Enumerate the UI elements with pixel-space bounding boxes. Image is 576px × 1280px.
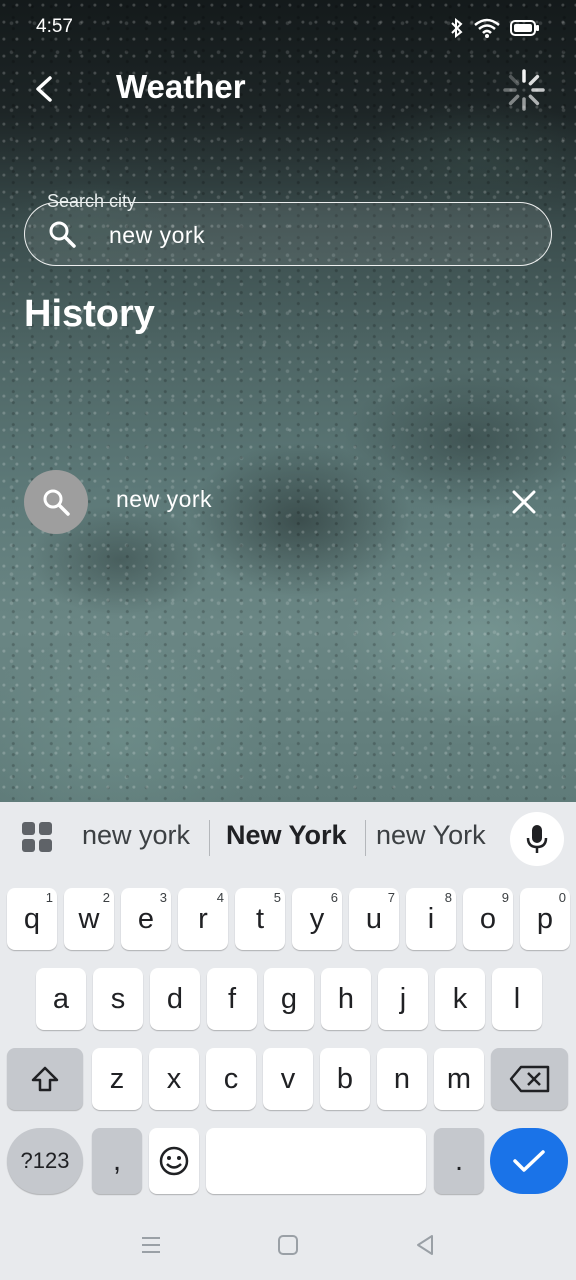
suggestion-bar: new york New York new York <box>0 802 576 874</box>
key-i[interactable]: 8i <box>406 888 456 950</box>
key-f[interactable]: f <box>207 968 257 1030</box>
history-item-avatar <box>24 470 88 534</box>
status-bar: 4:57 <box>0 0 576 58</box>
key-y[interactable]: 6y <box>292 888 342 950</box>
key-w[interactable]: 2w <box>64 888 114 950</box>
period-key[interactable]: . <box>434 1128 484 1194</box>
key-z[interactable]: z <box>92 1048 142 1110</box>
search-icon <box>49 221 76 248</box>
wifi-icon <box>474 18 500 38</box>
shift-icon <box>31 1066 59 1092</box>
key-p[interactable]: 0p <box>520 888 570 950</box>
emoji-key[interactable] <box>149 1128 199 1194</box>
back-arrow-icon <box>36 76 52 102</box>
history-item-label: new york <box>116 486 213 512</box>
key-k[interactable]: k <box>435 968 485 1030</box>
key-l[interactable]: l <box>492 968 542 1030</box>
battery-icon <box>510 20 539 36</box>
emoji-icon <box>159 1146 189 1176</box>
status-icons <box>450 18 540 38</box>
key-u[interactable]: 7u <box>349 888 399 950</box>
suggestion-2[interactable]: New York <box>226 820 347 851</box>
search-field-label: Search city <box>43 191 141 212</box>
navigation-bar <box>0 1212 576 1280</box>
mic-icon <box>526 825 548 853</box>
search-field[interactable]: Search city <box>24 191 552 266</box>
enter-key[interactable] <box>490 1128 568 1194</box>
key-a[interactable]: a <box>36 968 86 1030</box>
home-icon[interactable] <box>275 1232 301 1258</box>
key-x[interactable]: x <box>149 1048 199 1110</box>
apps-grid-icon[interactable] <box>22 822 52 852</box>
close-icon <box>512 490 536 514</box>
comma-key[interactable]: , <box>92 1128 142 1194</box>
key-d[interactable]: d <box>150 968 200 1030</box>
key-s[interactable]: s <box>93 968 143 1030</box>
key-v[interactable]: v <box>263 1048 313 1110</box>
keyboard: new york New York new York 1q 2w 3e 4r 5… <box>0 802 576 1280</box>
key-j[interactable]: j <box>378 968 428 1030</box>
key-b[interactable]: b <box>320 1048 370 1110</box>
app-bar: Weather <box>0 58 576 122</box>
suggestion-3[interactable]: new York <box>376 820 486 851</box>
key-o[interactable]: 9o <box>463 888 513 950</box>
key-q[interactable]: 1q <box>7 888 57 950</box>
key-h[interactable]: h <box>321 968 371 1030</box>
suggestion-1[interactable]: new york <box>82 820 190 851</box>
key-r[interactable]: 4r <box>178 888 228 950</box>
history-item-remove-button[interactable] <box>510 488 538 516</box>
page-title: Weather <box>116 68 246 105</box>
symbols-key[interactable]: ?123 <box>7 1128 83 1194</box>
key-m[interactable]: m <box>434 1048 484 1110</box>
key-n[interactable]: n <box>377 1048 427 1110</box>
status-time: 4:57 <box>36 16 73 37</box>
key-e[interactable]: 3e <box>121 888 171 950</box>
suggestion-divider <box>365 820 366 856</box>
history-title: History <box>24 293 155 335</box>
shift-key[interactable] <box>7 1048 83 1110</box>
search-icon <box>43 489 70 516</box>
space-key[interactable] <box>206 1128 426 1194</box>
key-c[interactable]: c <box>206 1048 256 1110</box>
recents-icon[interactable] <box>138 1232 164 1258</box>
suggestion-divider <box>209 820 210 856</box>
bluetooth-icon <box>451 18 463 38</box>
backspace-icon <box>509 1065 549 1093</box>
search-input[interactable] <box>107 215 531 255</box>
check-icon <box>513 1150 545 1172</box>
loading-spinner-icon <box>503 69 545 111</box>
back-nav-icon[interactable] <box>412 1232 438 1258</box>
key-t[interactable]: 5t <box>235 888 285 950</box>
history-item[interactable]: new york <box>24 470 552 534</box>
backspace-key[interactable] <box>491 1048 568 1110</box>
key-g[interactable]: g <box>264 968 314 1030</box>
back-button[interactable] <box>26 70 64 108</box>
voice-input-button[interactable] <box>510 812 564 866</box>
